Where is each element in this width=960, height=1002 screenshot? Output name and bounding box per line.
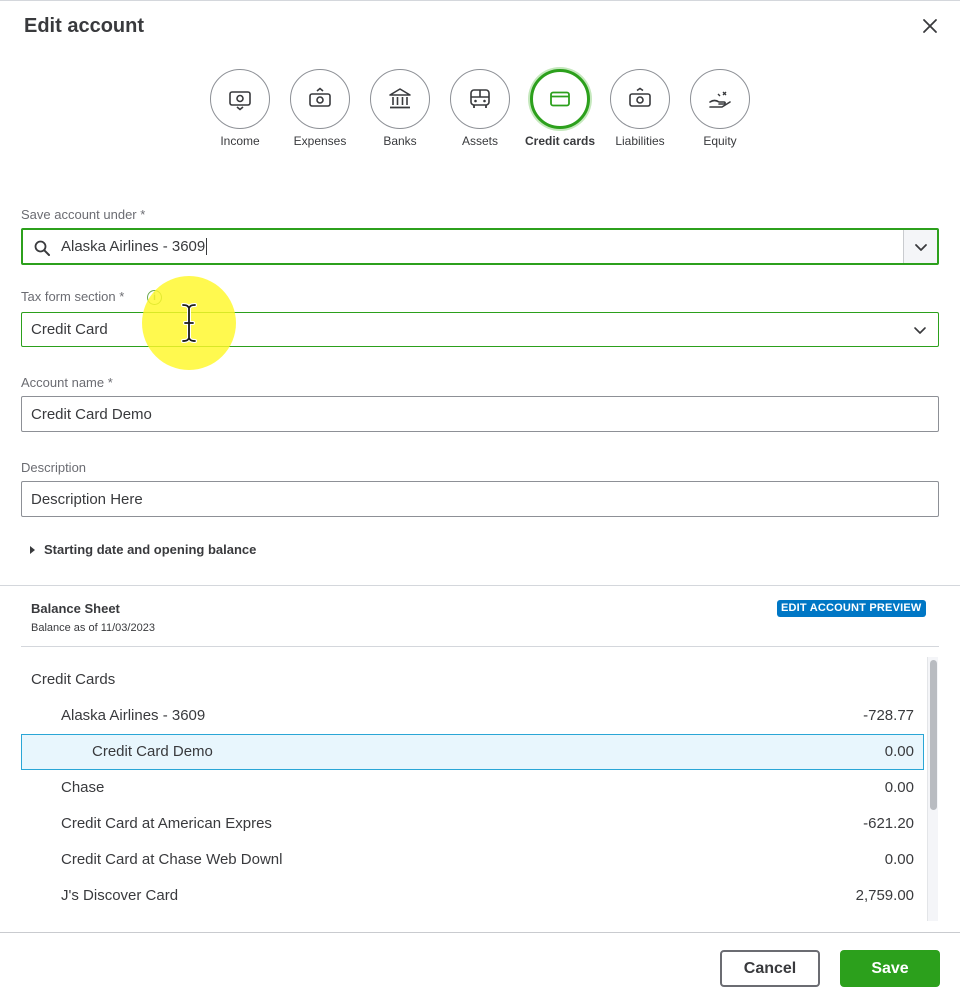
cancel-button[interactable]: Cancel <box>720 950 820 987</box>
row-name: J's Discover Card <box>61 887 179 904</box>
save-button[interactable]: Save <box>840 950 940 987</box>
save-under-value: Alaska Airlines - 3609 <box>61 238 206 255</box>
description-value: Description Here <box>31 490 143 508</box>
row-name: Credit Cards <box>31 671 116 688</box>
balance-sheet-list: Credit Cards Alaska Airlines - 3609 -728… <box>21 662 924 920</box>
row-name: Credit Card at American Expres <box>61 815 272 832</box>
list-item: Credit Card at Chase Web Downl 0.00 <box>21 842 924 878</box>
list-item: Credit Card at American Expres -621.20 <box>21 806 924 842</box>
account-type-label: Expenses <box>293 134 347 148</box>
row-amount: 0.00 <box>884 851 914 868</box>
account-type-label: Liabilities <box>615 134 665 148</box>
account-type-assets[interactable]: Assets <box>440 68 520 148</box>
preview-badge: EDIT ACCOUNT PREVIEW <box>777 600 926 617</box>
money-icon <box>629 87 651 107</box>
account-type-label: Income <box>220 134 260 148</box>
account-type-label: Equity <box>703 134 737 148</box>
account-type-credit-cards[interactable]: Credit cards <box>520 68 600 148</box>
account-type-label: Assets <box>461 134 498 148</box>
list-item: J's Discover Card 2,759.00 <box>21 878 924 914</box>
expander-label: Starting date and opening balance <box>44 542 257 557</box>
row-amount: 0.00 <box>884 779 914 796</box>
account-type-label: Credit cards <box>524 134 596 148</box>
row-name: Chase <box>61 779 105 796</box>
opening-balance-expander[interactable]: Starting date and opening balance <box>30 542 256 557</box>
balance-sheet-date: Balance as of 11/03/2023 <box>31 622 155 634</box>
balance-sheet-title: Balance Sheet <box>31 601 120 616</box>
footer-divider <box>0 932 960 933</box>
credit-card-icon <box>550 91 570 107</box>
hand-coin-icon <box>709 91 731 108</box>
account-type-equity[interactable]: Equity <box>680 68 760 148</box>
list-scrollbar[interactable] <box>927 657 938 921</box>
info-icon[interactable]: i <box>147 290 162 305</box>
list-item: Credit Cards <box>21 662 924 698</box>
list-item: Chase 0.00 <box>21 770 924 806</box>
text-caret <box>206 238 208 255</box>
description-input[interactable]: Description Here <box>21 481 939 517</box>
account-name-input[interactable]: Credit Card Demo <box>21 396 939 432</box>
money-bag-icon <box>309 87 331 107</box>
row-amount: 0.00 <box>884 743 914 760</box>
chevron-down-icon <box>914 243 927 251</box>
dialog-title: Edit account <box>24 15 145 37</box>
money-icon <box>229 91 251 111</box>
account-type-label: Banks <box>383 134 417 148</box>
chevron-down-icon <box>914 327 926 334</box>
close-button[interactable] <box>918 14 942 38</box>
row-name: Alaska Airlines - 3609 <box>61 707 206 724</box>
account-name-label: Account name * <box>21 375 113 390</box>
account-type-selector: Income Expenses Banks Assets Credit card… <box>200 68 760 168</box>
search-icon <box>34 240 50 256</box>
tax-section-select[interactable]: Credit Card <box>21 312 939 347</box>
row-amount: -621.20 <box>863 815 914 832</box>
top-border <box>0 0 960 1</box>
vehicle-icon <box>470 89 490 108</box>
account-type-income[interactable]: Income <box>200 68 280 148</box>
list-item-highlighted: Credit Card Demo 0.00 <box>21 734 924 770</box>
section-divider <box>0 585 960 586</box>
row-name: Credit Card Demo <box>92 743 213 760</box>
bank-icon <box>389 88 411 109</box>
account-type-expenses[interactable]: Expenses <box>280 68 360 148</box>
row-name: Credit Card at Chase Web Downl <box>61 851 283 868</box>
list-item: Alaska Airlines - 3609 -728.77 <box>21 698 924 734</box>
account-type-liabilities[interactable]: Liabilities <box>600 68 680 148</box>
save-under-combobox[interactable]: Alaska Airlines - 3609 <box>21 228 939 265</box>
caret-right-icon <box>30 545 35 554</box>
balance-sheet-divider <box>21 646 939 647</box>
row-amount: -728.77 <box>863 707 914 724</box>
save-under-dropdown-button[interactable] <box>903 230 937 263</box>
description-label: Description <box>21 460 87 475</box>
tax-section-value: Credit Card <box>31 321 108 338</box>
tax-section-label: Tax form section * <box>21 289 125 304</box>
account-type-banks[interactable]: Banks <box>360 68 440 148</box>
account-name-value: Credit Card Demo <box>31 405 152 423</box>
row-amount: 2,759.00 <box>855 887 914 904</box>
scrollbar-thumb[interactable] <box>930 660 937 810</box>
close-icon <box>923 19 937 33</box>
save-under-label: Save account under * <box>21 207 146 222</box>
